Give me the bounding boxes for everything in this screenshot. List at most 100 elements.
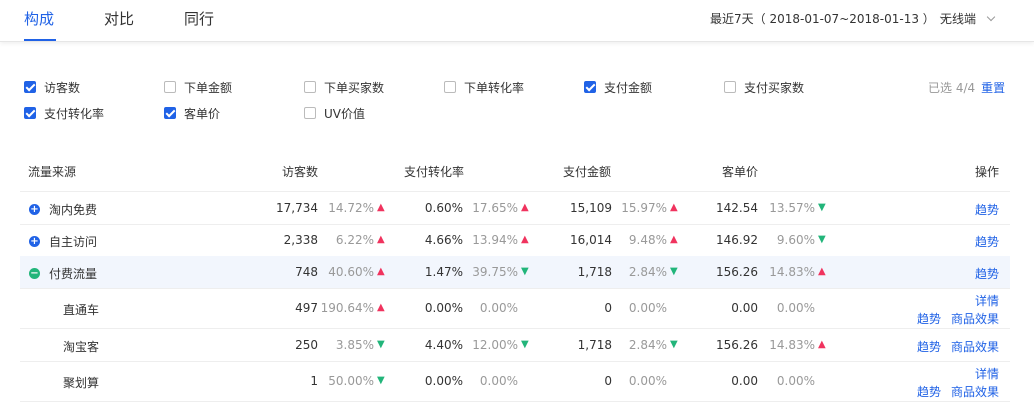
arrow-down-icon: ▼ bbox=[818, 202, 826, 213]
metric-checkbox[interactable]: 支付金额 bbox=[584, 80, 653, 95]
trend-link[interactable]: 趋势 bbox=[917, 383, 941, 400]
visitors-change: 14.72% bbox=[328, 201, 374, 215]
top-bar: 构成 对比 同行 最近7天（ 2018-01-07~2018-01-13 ） 无… bbox=[0, 0, 1034, 42]
visitors-change: 50.00% bbox=[328, 374, 374, 388]
metric-checkbox[interactable]: 支付买家数 bbox=[724, 80, 805, 95]
source-name: 淘宝客 bbox=[63, 340, 100, 354]
date-range-label: 最近7天（ 2018-01-07~2018-01-13 ） bbox=[710, 12, 935, 26]
trend-link[interactable]: 趋势 bbox=[975, 265, 999, 282]
expand-icon[interactable]: + bbox=[29, 204, 40, 215]
metric-label: 下单转化率 bbox=[464, 80, 525, 95]
unit-price-change: 14.83% bbox=[769, 265, 815, 279]
amount-change: 15.97% bbox=[621, 201, 667, 215]
source-name: 直通车 bbox=[63, 303, 100, 317]
arrow-down-icon: ▼ bbox=[670, 266, 678, 277]
visitors-change: 3.85% bbox=[335, 338, 374, 352]
arrow-up-icon: ▲ bbox=[521, 202, 529, 213]
header-amount: 支付金额 bbox=[563, 165, 612, 179]
arrow-up-icon: ▲ bbox=[670, 234, 678, 245]
unit-price-change: 13.57% bbox=[769, 201, 815, 215]
amount-change: 9.48% bbox=[628, 233, 667, 247]
metric-checkbox[interactable]: 访客数 bbox=[24, 80, 81, 95]
metric-label: 客单价 bbox=[184, 106, 221, 121]
table-row: 直通车 497 190.64% ▲ 0.00% 0.00% 0 0.00% 0.00 0.00% 详… bbox=[20, 289, 1010, 329]
metric-label: 下单买家数 bbox=[324, 80, 385, 95]
conversion-change: 0.00% bbox=[479, 374, 518, 388]
tab-peers[interactable]: 同行 bbox=[184, 8, 214, 29]
arrow-down-icon: ▼ bbox=[521, 266, 529, 277]
amount-change: 0.00% bbox=[628, 374, 667, 388]
chevron-down-icon bbox=[986, 12, 996, 22]
arrow-down-icon: ▼ bbox=[818, 234, 826, 245]
conversion-change: 17.65% bbox=[472, 201, 518, 215]
metric-checkbox[interactable]: 下单转化率 bbox=[444, 80, 525, 95]
trend-link[interactable]: 趋势 bbox=[917, 338, 941, 355]
amount-change: 2.84% bbox=[628, 338, 667, 352]
arrow-down-icon: ▼ bbox=[670, 339, 678, 350]
conversion-change: 39.75% bbox=[472, 265, 518, 279]
tab-composition[interactable]: 构成 bbox=[24, 8, 54, 29]
table-header: 流量来源 访客数 支付转化率 支付金额 客单价 操作 bbox=[20, 155, 1010, 192]
checkbox-checked-icon bbox=[24, 81, 36, 93]
metric-checkbox[interactable]: UV价值 bbox=[304, 106, 365, 121]
checkbox-checked-icon bbox=[24, 107, 36, 119]
unit-price-change: 0.00% bbox=[776, 374, 815, 388]
trend-link[interactable]: 趋势 bbox=[975, 233, 999, 250]
metric-label: 支付转化率 bbox=[44, 106, 105, 121]
conversion-change: 12.00% bbox=[472, 338, 518, 352]
arrow-up-icon: ▲ bbox=[818, 266, 826, 277]
source-name: 聚划算 bbox=[63, 376, 100, 390]
product-effect-link[interactable]: 商品效果 bbox=[951, 383, 999, 400]
visitors-change: 40.60% bbox=[328, 265, 374, 279]
metric-checkbox[interactable]: 下单买家数 bbox=[304, 80, 385, 95]
table-row: + 淘内免费 17,734 14.72% ▲ 0.60% 17.65% ▲ 15,109 15.9… bbox=[20, 192, 1010, 225]
checkbox-checked-icon bbox=[584, 81, 596, 93]
amount-change: 2.84% bbox=[628, 265, 667, 279]
table-row: + 自主访问 2,338 6.22% ▲ 4.66% 13.94% ▲ 16,014 9.48% ▲… bbox=[20, 224, 1010, 257]
checkbox-unchecked-icon bbox=[304, 81, 316, 93]
product-effect-link[interactable]: 商品效果 bbox=[951, 338, 999, 355]
arrow-down-icon: ▼ bbox=[521, 339, 529, 350]
header-unit-price: 客单价 bbox=[722, 165, 759, 179]
table-row: 聚划算 1 50.00% ▼ 0.00% 0.00% 0 0.00% 0.00 0.00% 详情 趋势… bbox=[20, 362, 1010, 402]
checkbox-unchecked-icon bbox=[724, 81, 736, 93]
active-tab-indicator bbox=[24, 39, 56, 41]
metric-label: 支付买家数 bbox=[744, 80, 805, 95]
metric-label: 访客数 bbox=[44, 80, 81, 95]
expand-icon[interactable]: + bbox=[29, 236, 40, 247]
product-effect-link[interactable]: 商品效果 bbox=[951, 310, 999, 327]
source-name: 付费流量 bbox=[49, 267, 98, 281]
visitors-change: 190.64% bbox=[320, 301, 374, 315]
metric-checkbox[interactable]: 下单金额 bbox=[164, 80, 233, 95]
source-name: 淘内免费 bbox=[49, 203, 98, 217]
trend-link[interactable]: 趋势 bbox=[975, 201, 999, 218]
arrow-up-icon: ▲ bbox=[670, 202, 678, 213]
header-actions: 操作 bbox=[975, 165, 1000, 179]
header-conversion: 支付转化率 bbox=[404, 165, 465, 179]
selection-info: 已选 4/4 重置 bbox=[928, 79, 1005, 96]
checkbox-checked-icon bbox=[164, 107, 176, 119]
device-select[interactable]: 无线端 bbox=[940, 10, 996, 27]
source-name: 自主访问 bbox=[49, 235, 98, 249]
tab-compare[interactable]: 对比 bbox=[104, 8, 134, 29]
details-link[interactable]: 详情 bbox=[975, 365, 999, 382]
unit-price-change: 9.60% bbox=[776, 233, 815, 247]
visitors-change: 6.22% bbox=[335, 233, 374, 247]
unit-price-change: 0.00% bbox=[776, 301, 815, 315]
date-range-select[interactable]: 最近7天（ 2018-01-07~2018-01-13 ） bbox=[710, 10, 949, 27]
metric-checkbox[interactable]: 支付转化率 bbox=[24, 106, 105, 121]
trend-link[interactable]: 趋势 bbox=[917, 310, 941, 327]
conversion-change: 0.00% bbox=[479, 301, 518, 315]
table-row: − 付费流量 748 40.60% ▲ 1.47% 39.75% ▼ 1,718 2.84% ▼ 15… bbox=[20, 256, 1010, 289]
metric-checkbox[interactable]: 客单价 bbox=[164, 106, 221, 121]
metric-label: 支付金额 bbox=[604, 80, 653, 95]
details-link[interactable]: 详情 bbox=[975, 292, 999, 309]
conversion-change: 13.94% bbox=[472, 233, 518, 247]
metric-label: 下单金额 bbox=[184, 80, 233, 95]
unit-price-change: 14.83% bbox=[769, 338, 815, 352]
header-source: 流量来源 bbox=[28, 165, 77, 179]
header-visitors: 访客数 bbox=[282, 165, 319, 179]
reset-button[interactable]: 重置 bbox=[981, 81, 1005, 95]
collapse-icon[interactable]: − bbox=[29, 268, 40, 279]
amount-change: 0.00% bbox=[628, 301, 667, 315]
